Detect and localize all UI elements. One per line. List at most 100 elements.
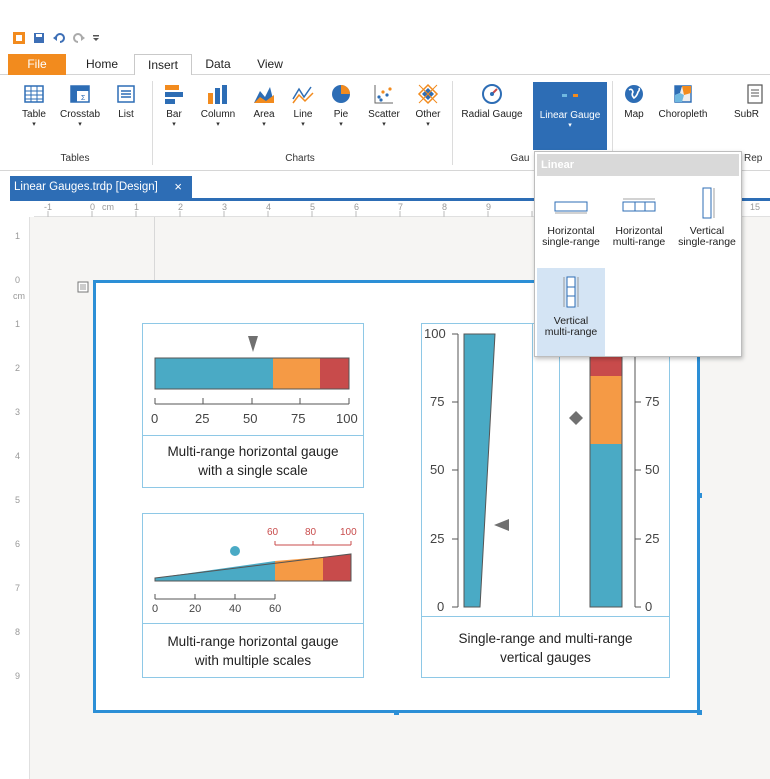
vertical-range-teal xyxy=(590,444,622,607)
gauge-range-red xyxy=(323,554,351,581)
line-chart-button[interactable]: Line ▾ xyxy=(288,79,318,129)
radial-gauge-icon xyxy=(482,84,502,104)
ruler-label: 9 xyxy=(15,671,21,681)
vertical-single-range-bar xyxy=(463,333,496,608)
gauge-panel-horizontal-single[interactable]: 0 25 50 75 100 Multi-range horizontal ga… xyxy=(142,323,364,488)
caption-line: with multiple scales xyxy=(194,653,312,668)
gauge-pointer-triangle xyxy=(248,336,258,352)
quick-access-toolbar xyxy=(12,30,100,46)
sub-scale xyxy=(274,541,352,546)
scale-tick-label: 20 xyxy=(189,603,202,615)
gauge-option-horizontal-single[interactable]: Horizontal single-range xyxy=(537,192,605,266)
option-label: multi-range xyxy=(544,326,598,338)
caption-line: with a single scale xyxy=(198,463,308,478)
caption-line: Multi-range horizontal gauge xyxy=(167,634,339,649)
save-icon[interactable] xyxy=(32,31,46,45)
scale-tick-label: 0 xyxy=(437,599,445,614)
column-label: Column xyxy=(200,109,236,120)
scale-tick-label: 0 xyxy=(152,603,159,615)
resize-handle[interactable] xyxy=(697,493,702,498)
option-label: multi-range xyxy=(612,236,666,248)
gauge-caption: Single-range and multi-range vertical ga… xyxy=(422,616,669,678)
pie-chart-button[interactable]: Pie ▾ xyxy=(326,79,356,129)
bar-chart-button[interactable]: Bar ▾ xyxy=(160,79,188,129)
scale-tick-label: 50 xyxy=(243,411,258,426)
ruler-label: 0 xyxy=(15,275,21,285)
resize-handle[interactable] xyxy=(697,710,702,715)
gauge-panel-vertical[interactable]: 100 75 50 25 0 75 50 25 0 Single-range a… xyxy=(421,323,670,678)
other-chart-button[interactable]: Other ▾ xyxy=(410,79,446,129)
customize-toolbar-icon[interactable] xyxy=(92,31,100,45)
caption-line: vertical gauges xyxy=(500,650,591,665)
gauge-option-vertical-multi[interactable]: Vertical multi-range xyxy=(537,268,605,356)
resize-handle[interactable] xyxy=(394,710,399,715)
gauge-caption: Multi-range horizontal gauge with a sing… xyxy=(143,435,363,488)
scale-tick-label: 50 xyxy=(430,462,445,477)
gauge-range-orange xyxy=(273,358,320,389)
crosstab-button[interactable]: Σ Crosstab ▾ xyxy=(56,79,104,129)
main-scale xyxy=(154,594,276,600)
scale-tick-label: 75 xyxy=(430,394,445,409)
ruler-label: 1 xyxy=(15,319,21,329)
choropleth-button[interactable]: Choropleth xyxy=(656,79,710,121)
ruler-label: 6 xyxy=(354,202,360,212)
radial-gauge-button[interactable]: Radial Gauge xyxy=(456,79,528,121)
subreport-button[interactable]: SubR xyxy=(734,79,768,121)
gauge-option-vertical-single[interactable]: Vertical single-range xyxy=(673,187,741,266)
sub-scale-tick-label: 80 xyxy=(305,527,317,538)
scale-tick-label: 25 xyxy=(430,531,445,546)
ribbon-tabs: File Home Insert Data View xyxy=(0,54,770,76)
undo-icon[interactable] xyxy=(52,31,66,45)
redo-icon[interactable] xyxy=(72,31,86,45)
tab-insert[interactable]: Insert xyxy=(134,54,192,76)
close-tab-icon[interactable]: × xyxy=(174,176,182,198)
choropleth-label: Choropleth xyxy=(658,109,708,120)
scale-tick-label: 100 xyxy=(336,411,358,426)
svg-text:Σ: Σ xyxy=(81,95,86,102)
dropdown-header: Linear xyxy=(537,154,739,176)
map-button[interactable]: Map xyxy=(618,79,650,121)
scatter-chart-button[interactable]: Scatter ▾ xyxy=(364,79,404,129)
horizontal-single-gauge-icon xyxy=(554,201,588,214)
option-label: single-range xyxy=(542,236,600,248)
area-chart-button[interactable]: Area ▾ xyxy=(248,79,280,129)
section-calculator-icon[interactable] xyxy=(77,281,89,293)
gauge-caption: Multi-range horizontal gauge with multip… xyxy=(143,623,363,678)
ruler-label: cm xyxy=(102,202,114,212)
list-icon xyxy=(117,85,135,103)
gauge-panel-horizontal-multi[interactable]: 60 80 100 0 20 40 60 Multi-range horizon… xyxy=(142,513,364,678)
bar-chart-icon xyxy=(165,85,183,104)
group-separator xyxy=(452,81,453,165)
ruler-label: 1 xyxy=(134,202,140,212)
linear-gauge-icon xyxy=(562,94,578,97)
ruler-label: cm xyxy=(13,291,25,301)
ruler-label: 1 xyxy=(15,231,21,241)
tab-file[interactable]: File xyxy=(8,54,66,75)
area-label: Area xyxy=(253,109,275,120)
ruler-label: 3 xyxy=(15,407,21,417)
map-globe-icon xyxy=(625,85,643,103)
document-tab-title: Linear Gauges.trdp [Design] xyxy=(14,181,158,193)
linear-gauge-button[interactable]: Linear Gauge ▾ xyxy=(533,82,607,150)
tab-home[interactable]: Home xyxy=(74,54,130,75)
ruler-label: 3 xyxy=(222,202,228,212)
tab-data[interactable]: Data xyxy=(194,54,242,75)
list-button[interactable]: List xyxy=(112,79,140,121)
ruler-label: 5 xyxy=(310,202,316,212)
tab-view[interactable]: View xyxy=(248,54,292,75)
radial-gauge-label: Radial Gauge xyxy=(461,109,523,120)
document-tab[interactable]: Linear Gauges.trdp [Design] × xyxy=(10,176,192,198)
option-label: single-range xyxy=(678,236,736,248)
scatter-chart-icon xyxy=(374,85,393,104)
other-label: Other xyxy=(415,109,441,120)
horizontal-multi-gauge-icon xyxy=(622,198,656,212)
scale-tick-label: 0 xyxy=(645,599,653,614)
table-button[interactable]: Table ▾ xyxy=(18,79,50,129)
app-icon xyxy=(13,32,25,44)
column-chart-button[interactable]: Column ▾ xyxy=(196,79,240,129)
gauge-option-horizontal-multi[interactable]: Horizontal multi-range xyxy=(605,192,673,266)
caption-line: Single-range and multi-range xyxy=(458,631,633,646)
group-separator xyxy=(152,81,153,165)
tables-group-label: Tables xyxy=(60,153,90,164)
vertical-multi-gauge-icon xyxy=(563,276,579,308)
